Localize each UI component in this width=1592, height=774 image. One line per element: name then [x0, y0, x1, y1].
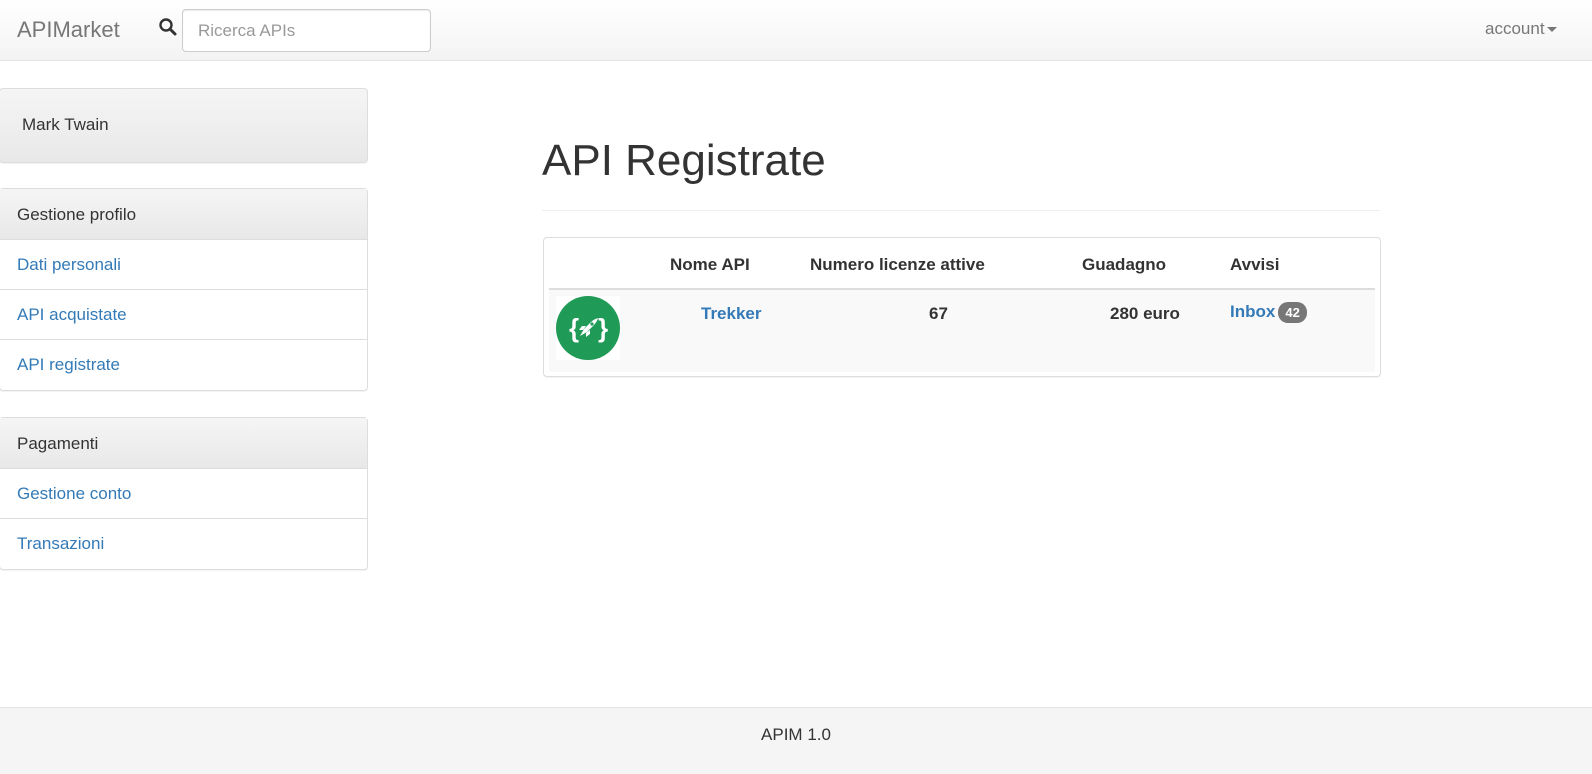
- inbox-count-badge: 42: [1278, 302, 1307, 324]
- page-title: API Registrate: [542, 136, 826, 185]
- sidebar-item-purchased-apis[interactable]: API acquistate: [0, 290, 367, 340]
- search-input[interactable]: [182, 9, 431, 52]
- column-header-active-licenses: Numero licenze attive: [810, 255, 985, 274]
- sidebar-item-account-management[interactable]: Gestione conto: [0, 469, 367, 519]
- account-dropdown[interactable]: account: [1485, 19, 1557, 39]
- footer-version: APIM 1.0: [761, 725, 831, 744]
- profile-panel-heading: Gestione profilo: [0, 189, 367, 240]
- footer: APIM 1.0: [0, 707, 1592, 774]
- account-label: account: [1485, 19, 1545, 38]
- sidebar-item-transactions[interactable]: Transazioni: [0, 519, 367, 569]
- brand-link[interactable]: APIMarket: [17, 17, 120, 43]
- licenses-cell: 67: [929, 304, 948, 323]
- user-name: Mark Twain: [22, 115, 109, 134]
- alerts-cell: Inbox 42: [1230, 302, 1307, 324]
- registered-apis-table: Nome API Numero licenze attive Guadagno …: [543, 237, 1381, 377]
- payments-panel-heading: Pagamenti: [0, 418, 367, 469]
- user-panel: Mark Twain: [0, 88, 368, 163]
- svg-text:}: }: [598, 313, 608, 343]
- api-name-link[interactable]: Trekker: [701, 304, 762, 323]
- caret-down-icon: [1546, 27, 1557, 33]
- earnings-cell: 280 euro: [1110, 304, 1180, 323]
- svg-text:{: {: [569, 313, 579, 343]
- title-divider: [542, 210, 1380, 211]
- column-header-earnings: Guadagno: [1082, 255, 1167, 274]
- search-icon: [158, 17, 178, 37]
- api-name-cell: Trekker: [701, 304, 762, 324]
- sidebar-item-personal-data[interactable]: Dati personali: [0, 240, 367, 290]
- sidebar-item-registered-apis[interactable]: API registrate: [0, 340, 367, 390]
- payments-panel: Pagamenti Gestione conto Transazioni: [0, 417, 368, 570]
- inbox-link[interactable]: Inbox: [1230, 302, 1275, 321]
- profile-panel: Gestione profilo Dati personali API acqu…: [0, 188, 368, 391]
- rocket-braces-icon: { }: [556, 296, 620, 360]
- top-navbar: APIMarket account: [0, 0, 1592, 61]
- column-header-api-name: Nome API: [670, 255, 750, 274]
- column-header-alerts: Avvisi: [1230, 255, 1280, 274]
